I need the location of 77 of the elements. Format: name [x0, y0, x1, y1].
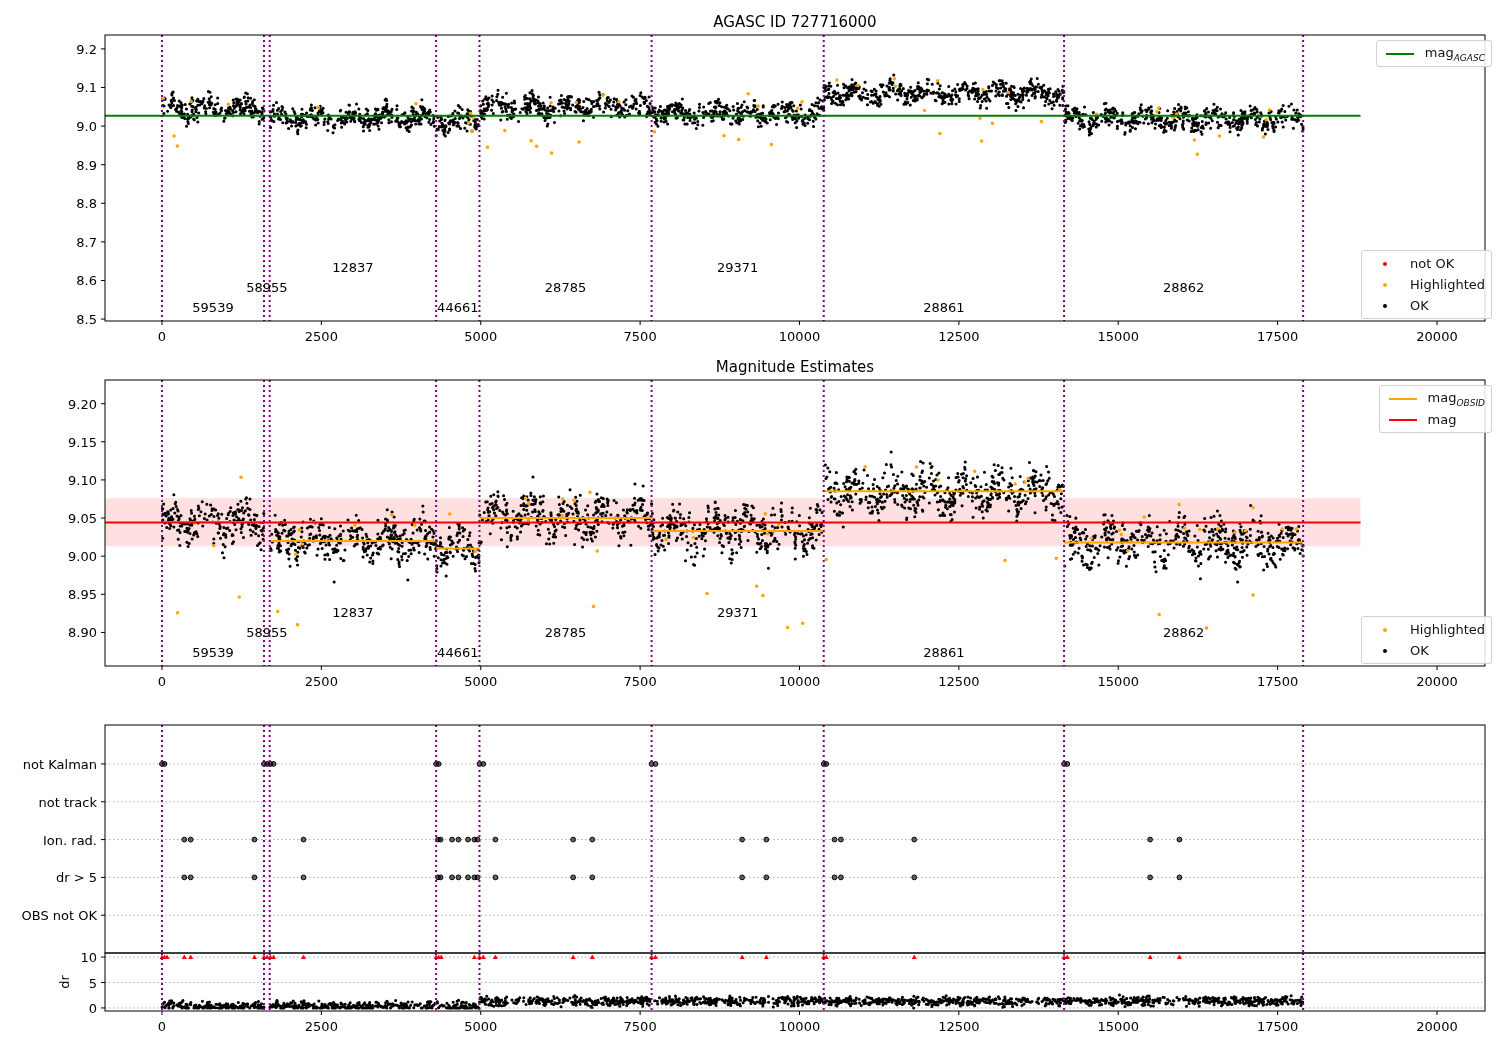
legend-label: Highlighted — [1410, 277, 1485, 292]
tick-label: 9.1 — [76, 80, 97, 96]
tick-label: 0 — [157, 329, 167, 344]
obsid-label: 28785 — [544, 625, 587, 640]
tick-label: 7500 — [623, 329, 657, 344]
obsid-label: 58955 — [246, 625, 288, 640]
legend-label: mag — [1427, 412, 1457, 427]
tick-label: 8.5 — [76, 312, 97, 328]
tick-label: 9.00 — [68, 549, 97, 565]
tick-label: 15000 — [1097, 1019, 1139, 1034]
obsid-label: 58955 — [246, 280, 288, 295]
tick-label: 20000 — [1416, 1019, 1458, 1034]
tick-label: 8.95 — [68, 587, 97, 603]
tick-label: 9.20 — [68, 396, 97, 412]
tick-label: 20000 — [1416, 674, 1458, 689]
obsid-label: 12837 — [332, 260, 374, 275]
obsid-label: 44661 — [437, 645, 479, 660]
legend-label: mag$_{OBSID}$ — [1427, 389, 1485, 408]
tick-label: 20000 — [1416, 329, 1458, 344]
tick-label: Ion. rad. — [43, 832, 97, 848]
tick-label: 9.0 — [76, 119, 97, 135]
tick-label: 2500 — [304, 1019, 338, 1034]
tick-label: dr > 5 — [55, 870, 97, 886]
tick-label: 10000 — [778, 329, 821, 344]
tick-label: 17500 — [1256, 1019, 1299, 1034]
tick-label: 5000 — [464, 1019, 498, 1034]
obsid-label: 28861 — [923, 645, 965, 660]
obsid-label: 59539 — [192, 300, 234, 315]
obsid-label: 44661 — [437, 300, 479, 315]
legend-label: OK — [1410, 298, 1429, 313]
tick-label: 12500 — [938, 674, 980, 689]
tick-label: 10 — [80, 950, 97, 966]
tick-label: 15000 — [1097, 674, 1139, 689]
tick-label: 5000 — [464, 329, 498, 344]
chart-title: AGASC ID 727716000 — [713, 13, 877, 31]
tick-label: not Kalman — [22, 756, 97, 772]
tick-label: not track — [38, 794, 97, 810]
tick-label: 8.9 — [76, 157, 97, 173]
legend-label: mag$_{AGASC}$ — [1424, 44, 1485, 63]
obsid-label: 28862 — [1162, 625, 1205, 640]
obsid-label: 12837 — [332, 605, 374, 620]
chart-title: Magnitude Estimates — [715, 358, 875, 376]
tick-label: 12500 — [938, 329, 980, 344]
legend-label: not OK — [1410, 256, 1455, 271]
legend-label: Highlighted — [1410, 622, 1485, 637]
tick-label: 8.7 — [76, 234, 97, 250]
tick-label: 9.05 — [68, 511, 97, 527]
tick-label: 9.10 — [68, 472, 97, 488]
tick-label: 0 — [157, 674, 167, 689]
tick-label: 2500 — [304, 329, 338, 344]
tick-label: 10000 — [778, 674, 821, 689]
tick-label: 10000 — [778, 1019, 821, 1034]
obsid-label: 28862 — [1162, 280, 1205, 295]
tick-label: OBS not OK — [21, 908, 97, 924]
tick-label: 5 — [88, 975, 97, 991]
tick-label: 9.15 — [68, 434, 97, 450]
legend-label: OK — [1410, 643, 1429, 658]
axis-label: dr — [57, 975, 72, 989]
obsid-label: 29371 — [717, 260, 759, 275]
tick-label: 0 — [88, 1000, 97, 1016]
obsid-label: 59539 — [192, 645, 234, 660]
tick-label: 5000 — [464, 674, 498, 689]
obsid-label: 29371 — [717, 605, 759, 620]
tick-label: 17500 — [1256, 329, 1299, 344]
tick-label: 12500 — [938, 1019, 980, 1034]
tick-label: 0 — [157, 1019, 167, 1034]
tick-label: 8.8 — [76, 196, 97, 212]
tick-label: 9.2 — [76, 41, 97, 57]
tick-label: 15000 — [1097, 329, 1139, 344]
tick-label: 7500 — [623, 674, 657, 689]
tick-label: 8.6 — [76, 273, 97, 289]
tick-label: 17500 — [1256, 674, 1299, 689]
tick-label: 7500 — [623, 1019, 657, 1034]
obsid-label: 28861 — [923, 300, 965, 315]
obsid-label: 28785 — [544, 280, 587, 295]
tick-label: 2500 — [304, 674, 338, 689]
tick-label: 8.90 — [68, 625, 97, 641]
